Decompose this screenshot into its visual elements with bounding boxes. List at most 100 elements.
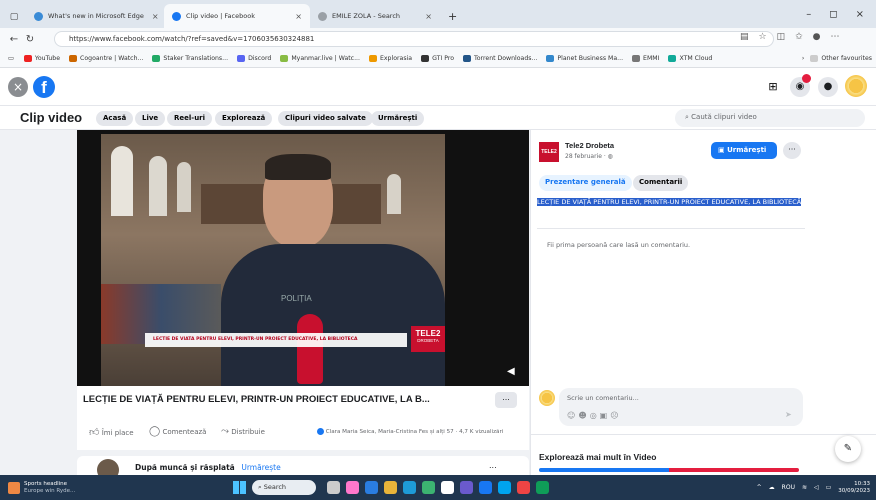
battery-icon[interactable]: ▭ <box>826 484 832 491</box>
clock[interactable]: 10:33 30/09/2023 <box>838 481 870 495</box>
language-indicator[interactable]: ROU <box>782 484 795 491</box>
avatar[interactable] <box>845 75 867 97</box>
weather-widget[interactable]: Sports headline Europe win Ryde... <box>8 481 128 495</box>
video-search-input[interactable]: ⌕ Caută clipuri video <box>675 109 865 127</box>
send-icon[interactable]: ➤ <box>785 410 792 419</box>
chevron-up-icon[interactable]: ^ <box>757 484 762 491</box>
reader-icon[interactable]: ▤ <box>740 32 749 42</box>
reactions-summary[interactable]: Clara Maria Seica, Maria-Cristina Fes și… <box>317 428 503 435</box>
refresh-icon[interactable]: ↻ <box>22 34 38 45</box>
bookmark-item[interactable]: Torrent Downloads... <box>463 55 537 62</box>
start-button[interactable] <box>233 481 246 494</box>
app-icon[interactable] <box>479 481 492 494</box>
bookmark-item[interactable]: Explorasia <box>368 55 412 62</box>
close-window-icon[interactable]: × <box>856 9 864 20</box>
app-icon[interactable] <box>536 481 549 494</box>
tab-comments[interactable]: Comentarii <box>633 175 689 191</box>
avatar-sticker-icon[interactable]: ☹ <box>610 411 621 420</box>
wifi-icon[interactable]: ≋ <box>802 484 807 491</box>
camera-icon[interactable]: ◎ <box>590 411 600 420</box>
tab-reels[interactable]: Reel-uri <box>167 111 213 126</box>
video-more-button[interactable]: ... <box>495 392 517 408</box>
menu-grid-icon[interactable]: ⊞ <box>766 80 780 94</box>
bookmarks-menu-icon[interactable]: ▭ <box>8 55 14 62</box>
emoji-icon[interactable]: ☻ <box>578 411 589 420</box>
collections-icon[interactable]: ✩ <box>795 32 803 42</box>
notifications-bell-icon[interactable]: ● <box>818 77 838 97</box>
bookmark-item[interactable]: XTM Cloud <box>668 55 712 62</box>
next-post-more[interactable]: ... <box>489 461 497 470</box>
new-message-icon[interactable]: ✎ <box>835 436 861 462</box>
bookmarks-overflow-icon[interactable]: › <box>802 55 804 62</box>
follow-button[interactable]: ▣ Urmărești <box>711 142 777 159</box>
tab-actions-icon[interactable]: ▢ <box>6 12 22 22</box>
app-icon[interactable] <box>365 481 378 494</box>
app-icon[interactable] <box>498 481 511 494</box>
favorite-star-icon[interactable]: ☆ <box>759 32 767 42</box>
close-tab-icon[interactable]: × <box>417 12 432 21</box>
tab-home[interactable]: Acasă <box>96 111 134 126</box>
bookmark-item[interactable]: Myanmar.live | Watc... <box>280 55 360 62</box>
volume-icon[interactable]: ◁ <box>814 484 819 491</box>
like-button[interactable]: 👍︎ Îmi place <box>89 426 134 438</box>
bookmark-item[interactable]: Staker Translations... <box>152 55 228 62</box>
messenger-icon[interactable]: ◉ <box>790 74 811 97</box>
tab-overview[interactable]: Prezentare generală <box>539 175 632 191</box>
minimize-icon[interactable]: – <box>806 9 811 20</box>
tab-saved-videos[interactable]: Clipuri video salvate <box>278 111 373 126</box>
tab-facebook[interactable]: Clip video | Facebook × <box>164 4 310 28</box>
close-tab-icon[interactable]: × <box>144 12 159 21</box>
app-icon[interactable] <box>384 481 397 494</box>
facebook-logo-icon[interactable]: f <box>33 76 55 98</box>
tab-search[interactable]: EMILE ZOLA - Search × <box>310 4 440 28</box>
app-icon[interactable] <box>327 481 340 494</box>
bookmark-item[interactable]: Discord <box>237 55 271 62</box>
app-icon[interactable] <box>517 481 530 494</box>
comment-label: Comentează <box>162 428 207 436</box>
tab-following[interactable]: Urmărești <box>371 111 425 126</box>
gif-icon[interactable]: ▣ <box>600 411 611 420</box>
page-more-button[interactable]: ··· <box>783 142 801 159</box>
app-icon[interactable] <box>403 481 416 494</box>
follow-link[interactable]: Urmărește <box>241 463 280 472</box>
page-name[interactable]: Tele2 Drobeta <box>565 141 614 150</box>
sports-icon <box>8 481 20 494</box>
sticker-icon[interactable]: ☺ <box>567 411 578 420</box>
share-icon: ⤳ <box>221 426 229 437</box>
back-icon[interactable]: ← <box>6 34 22 45</box>
bookmark-item[interactable]: EMMI <box>632 55 659 62</box>
app-icon[interactable] <box>441 481 454 494</box>
bookmark-item[interactable]: YouTube <box>23 55 60 62</box>
viewers-text: Clara Maria Seica, Maria-Cristina Fes și… <box>325 429 504 435</box>
tab-live[interactable]: Live <box>135 111 166 126</box>
bookmark-item[interactable]: Cogoantre | Watch... <box>69 55 143 62</box>
tab-explore[interactable]: Explorează <box>215 111 273 126</box>
profile-icon[interactable]: ● <box>813 32 821 42</box>
volume-icon[interactable]: ◀ <box>507 366 515 377</box>
url-field[interactable]: https://www.facebook.com/watch/?ref=save… <box>54 31 774 47</box>
menu-dots-icon[interactable]: ⋯ <box>831 32 840 42</box>
bookmark-item[interactable]: GTI Pro <box>421 55 454 62</box>
facebook-icon <box>172 11 181 21</box>
taskbar-search[interactable]: ⌕ Search <box>252 480 316 495</box>
cloud-icon[interactable]: ☁ <box>769 484 775 491</box>
comment-button[interactable]: ◯ Comentează <box>149 426 206 437</box>
video-player[interactable]: POLIȚIA LECTIE DE VIATA PENTRU ELEVI, PR… <box>77 130 529 386</box>
close-video-icon[interactable]: × <box>8 77 28 97</box>
app-icon[interactable] <box>422 481 435 494</box>
split-icon[interactable]: ◫ <box>777 32 786 42</box>
next-video-card[interactable]: După muncă și răsplată Urmărește ... <box>77 456 529 481</box>
new-tab-button[interactable]: + <box>440 4 465 28</box>
comment-input[interactable]: Scrie un comentariu... ☺☻◎▣☹ ➤ <box>559 388 803 426</box>
bookmark-item[interactable]: Planet Business Ma... <box>546 55 623 62</box>
app-icon[interactable] <box>460 481 473 494</box>
app-icon[interactable] <box>346 481 359 494</box>
page-avatar[interactable]: TELE2 <box>539 142 559 162</box>
tab-edge-news[interactable]: What's new in Microsoft Edge × <box>26 4 164 28</box>
avatar <box>539 390 555 406</box>
restore-icon[interactable]: ◻ <box>829 9 837 20</box>
close-tab-icon[interactable]: × <box>287 12 302 21</box>
other-favourites[interactable]: Other favourites <box>810 55 872 62</box>
share-button[interactable]: ⤳ Distribuie <box>221 426 265 437</box>
bookmark-label: Staker Translations... <box>163 55 229 62</box>
